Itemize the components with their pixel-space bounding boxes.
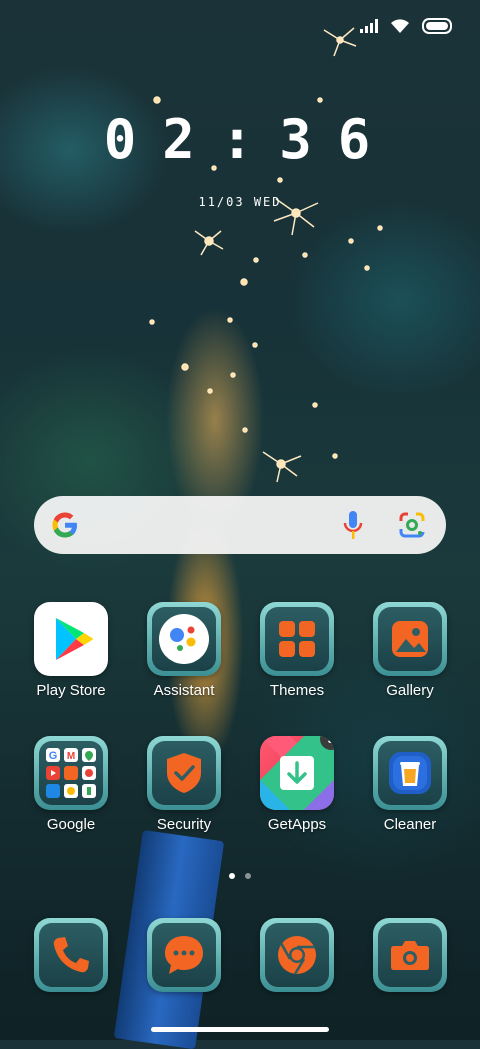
- svg-text:G: G: [49, 750, 58, 762]
- play-store-icon[interactable]: [34, 602, 108, 676]
- app-getapps[interactable]: 9 GetApps: [247, 736, 347, 833]
- app-assistant[interactable]: Assistant: [134, 602, 234, 699]
- dock-camera[interactable]: [360, 918, 460, 992]
- microphone-icon[interactable]: [342, 509, 364, 541]
- app-label: Google: [46, 816, 96, 833]
- app-label: GetApps: [267, 816, 327, 833]
- page-dot-2[interactable]: [245, 873, 251, 879]
- status-bar: [360, 18, 452, 34]
- google-g-icon: [52, 512, 77, 538]
- getapps-icon[interactable]: 9: [260, 736, 334, 810]
- battery-icon: [422, 18, 452, 34]
- google-lens-icon[interactable]: [398, 511, 426, 539]
- dock-chrome[interactable]: [247, 918, 347, 992]
- messages-icon[interactable]: [147, 918, 221, 992]
- app-cleaner[interactable]: Cleaner: [360, 736, 460, 833]
- cellular-signal-icon: [360, 19, 378, 33]
- google-search-bar[interactable]: [34, 496, 446, 554]
- app-label: Cleaner: [383, 816, 437, 833]
- camera-icon[interactable]: [373, 918, 447, 992]
- app-label: Themes: [269, 682, 325, 699]
- app-themes[interactable]: Themes: [247, 602, 347, 699]
- security-shield-icon[interactable]: [147, 736, 221, 810]
- svg-text:M: M: [67, 751, 75, 762]
- chrome-icon[interactable]: [260, 918, 334, 992]
- clock-date[interactable]: 11/03 WED: [0, 195, 480, 209]
- dock-phone[interactable]: [21, 918, 121, 992]
- app-play-store[interactable]: Play Store: [21, 602, 121, 699]
- app-label: Play Store: [36, 682, 106, 699]
- page-indicator[interactable]: [0, 873, 480, 879]
- home-gesture-bar[interactable]: [151, 1027, 329, 1032]
- app-label: Security: [156, 816, 212, 833]
- folder-google[interactable]: G M Google: [21, 736, 121, 833]
- google-folder-icon[interactable]: G M: [34, 736, 108, 810]
- clock-time[interactable]: 02:36: [0, 108, 480, 171]
- wallpaper-sparkles: [149, 27, 383, 483]
- wifi-icon: [391, 19, 409, 33]
- app-security[interactable]: Security: [134, 736, 234, 833]
- app-label: Assistant: [153, 682, 215, 699]
- themes-icon[interactable]: [260, 602, 334, 676]
- app-gallery[interactable]: Gallery: [360, 602, 460, 699]
- page-dot-1[interactable]: [229, 873, 235, 879]
- google-assistant-icon[interactable]: [147, 602, 221, 676]
- cleaner-trash-icon[interactable]: [373, 736, 447, 810]
- app-label: Gallery: [386, 682, 434, 699]
- dock-messages[interactable]: [134, 918, 234, 992]
- phone-icon[interactable]: [34, 918, 108, 992]
- gallery-icon[interactable]: [373, 602, 447, 676]
